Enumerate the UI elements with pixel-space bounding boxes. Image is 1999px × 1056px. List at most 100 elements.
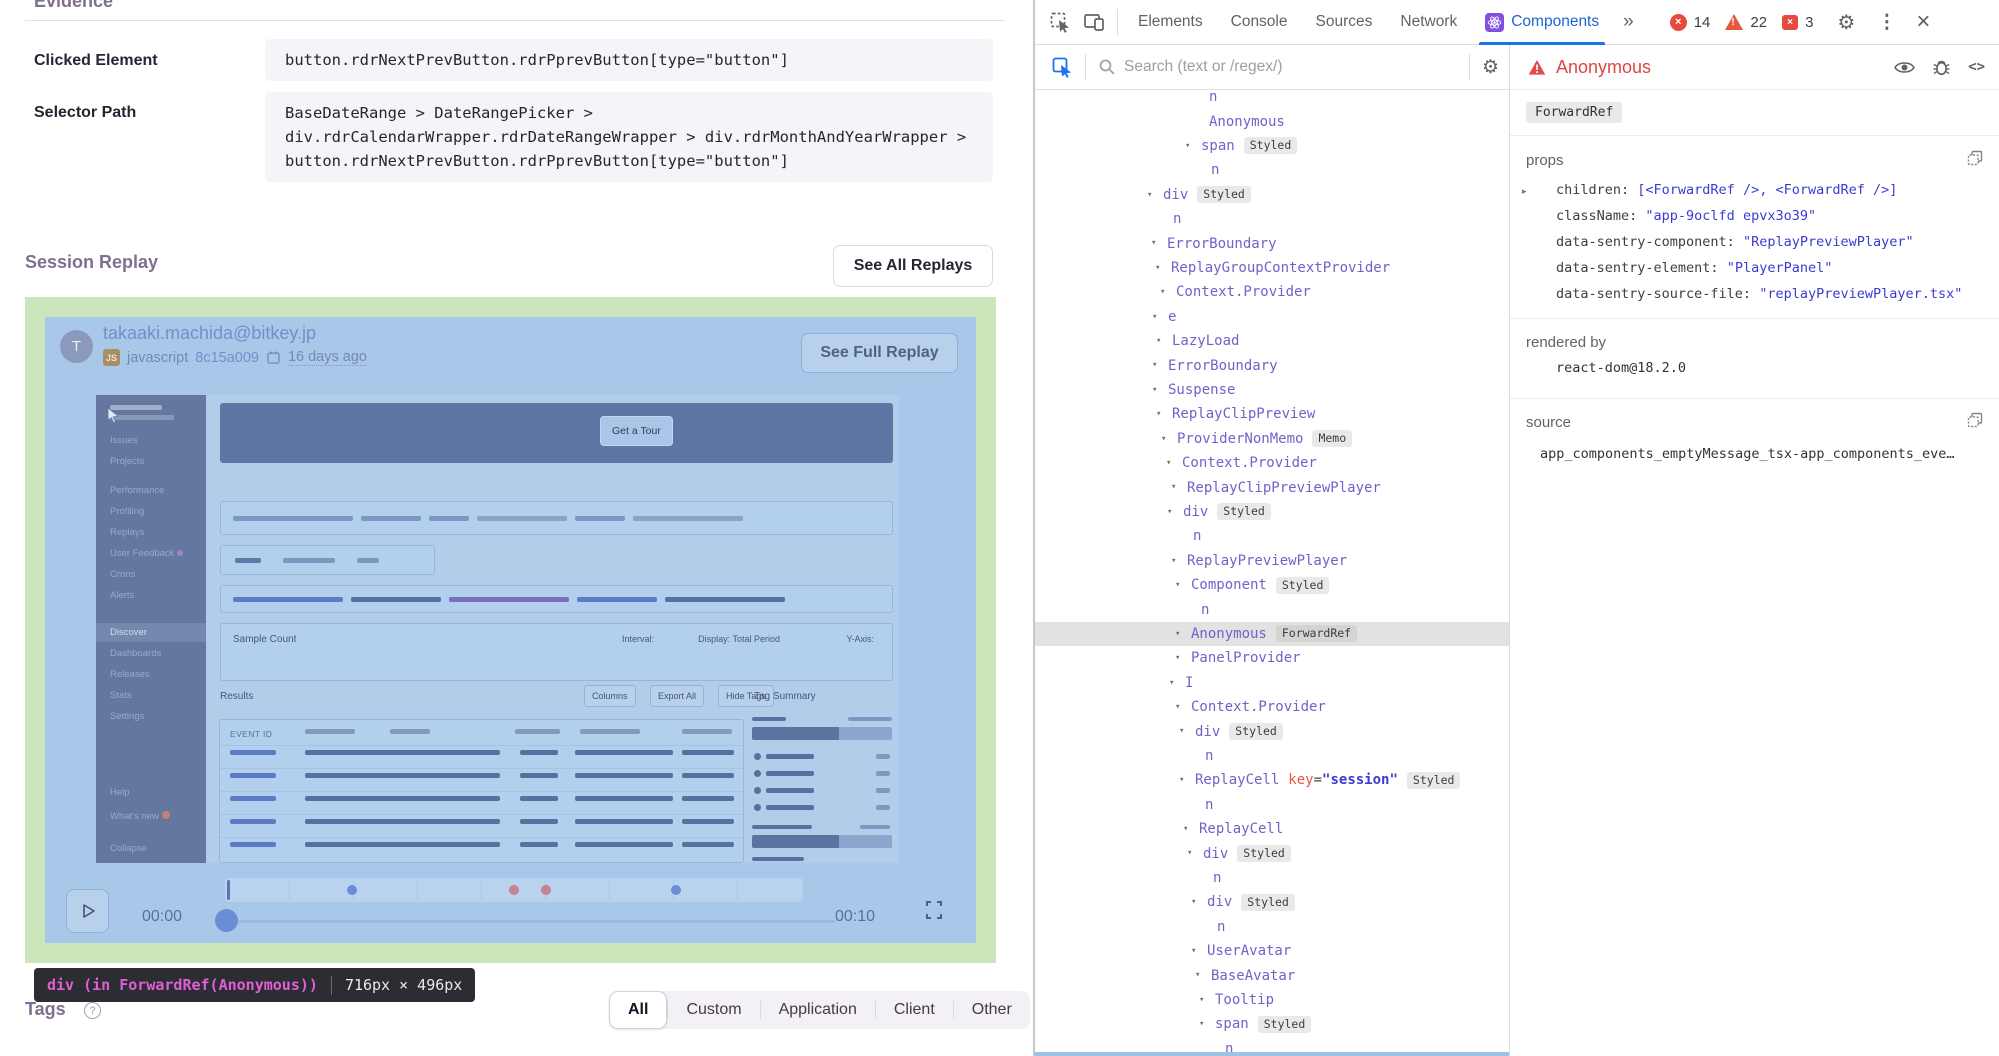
copy-props-icon[interactable]: [1967, 150, 1983, 171]
tree-horizontal-scrollbar[interactable]: [1035, 1052, 1509, 1056]
view-source-icon[interactable]: <>: [1968, 59, 1985, 75]
tree-row-n[interactable]: n: [1035, 866, 1509, 890]
tree-row-context.provider[interactable]: ▾Context.Provider: [1035, 451, 1509, 475]
tag-tab-all[interactable]: All: [609, 991, 667, 1029]
replay-preview-player[interactable]: T takaaki.machida@bitkey.jp JS javascrip…: [45, 317, 976, 943]
tree-row-replaygroupcontextprovider[interactable]: ▾ReplayGroupContextProvider: [1035, 256, 1509, 280]
expand-arrow-icon[interactable]: ▾: [1156, 409, 1161, 419]
rendered-by-value[interactable]: react-dom@18.2.0: [1556, 360, 1989, 376]
tree-row-providernonmemo[interactable]: ▾ProviderNonMemoMemo: [1035, 427, 1509, 451]
prop-row-data-sentry-source-file[interactable]: data-sentry-source-file: "replayPreviewP…: [1556, 286, 1993, 312]
expand-arrow-icon[interactable]: ▾: [1187, 848, 1192, 858]
expand-arrow-icon[interactable]: ▾: [1147, 190, 1152, 200]
prop-row-className[interactable]: className: "app-9oclfd epvx3o39": [1556, 208, 1993, 234]
tree-row-i[interactable]: ▾I: [1035, 671, 1509, 695]
inspect-dom-eye-icon[interactable]: [1894, 60, 1915, 75]
tree-row-errorboundary[interactable]: ▾ErrorBoundary: [1035, 231, 1509, 255]
expand-arrow-icon[interactable]: ▾: [1175, 629, 1180, 639]
device-toolbar-icon[interactable]: [1077, 5, 1111, 39]
components-settings-icon[interactable]: ⚙: [1482, 56, 1499, 79]
replay-event-timeline[interactable]: [225, 878, 803, 902]
expand-arrow-icon[interactable]: ▾: [1166, 458, 1171, 468]
tree-row-div[interactable]: ▾divStyled: [1035, 719, 1509, 743]
prop-row-data-sentry-element[interactable]: data-sentry-element: "PlayerPanel": [1556, 260, 1993, 286]
expand-arrow-icon[interactable]: ▾: [1152, 312, 1157, 322]
tree-row-anonymous[interactable]: Anonymous: [1035, 109, 1509, 133]
expand-arrow-icon[interactable]: ▾: [1160, 287, 1165, 297]
tree-row-replaycell[interactable]: ▾ReplayCell: [1035, 817, 1509, 841]
tree-row-span[interactable]: ▾spanStyled: [1035, 134, 1509, 158]
select-component-icon[interactable]: [1051, 56, 1073, 78]
tree-row-div[interactable]: ▾divStyled: [1035, 841, 1509, 865]
tab-network[interactable]: Network: [1386, 0, 1471, 45]
inspect-element-icon[interactable]: [1043, 5, 1077, 39]
tree-row-span[interactable]: ▾spanStyled: [1035, 1012, 1509, 1036]
tree-row-n[interactable]: n: [1035, 793, 1509, 817]
expand-arrow-icon[interactable]: ▾: [1169, 678, 1174, 688]
expand-arrow-icon[interactable]: ▾: [1175, 580, 1180, 590]
tree-row-n[interactable]: n: [1035, 915, 1509, 939]
progress-track[interactable]: [223, 920, 836, 923]
expand-arrow-icon[interactable]: ▾: [1185, 141, 1190, 151]
fullscreen-button[interactable]: [917, 893, 951, 927]
tree-row-baseavatar[interactable]: ▾BaseAvatar: [1035, 963, 1509, 987]
see-full-replay-button[interactable]: See Full Replay: [801, 333, 958, 373]
tree-row-n[interactable]: n: [1035, 597, 1509, 621]
tree-row-errorboundary[interactable]: ▾ErrorBoundary: [1035, 353, 1509, 377]
devtools-close-icon[interactable]: ×: [1916, 8, 1930, 36]
expand-arrow-icon[interactable]: ▾: [1152, 360, 1157, 370]
tab-console[interactable]: Console: [1217, 0, 1302, 45]
component-search-input[interactable]: [1124, 58, 1457, 76]
tab-sources[interactable]: Sources: [1302, 0, 1387, 45]
tree-row-panelprovider[interactable]: ▾PanelProvider: [1035, 646, 1509, 670]
tree-row-suspense[interactable]: ▾Suspense: [1035, 378, 1509, 402]
tags-help-icon[interactable]: ?: [84, 1002, 101, 1019]
devtools-menu-icon[interactable]: ⋮: [1877, 11, 1896, 34]
debug-bug-icon[interactable]: [1933, 58, 1950, 76]
tag-tab-application[interactable]: Application: [761, 991, 875, 1029]
tree-row-n[interactable]: n: [1035, 207, 1509, 231]
tree-row-useravatar[interactable]: ▾UserAvatar: [1035, 939, 1509, 963]
expand-arrow-icon[interactable]: ▾: [1161, 434, 1166, 444]
tree-row-lazyload[interactable]: ▾LazyLoad: [1035, 329, 1509, 353]
tree-row-tooltip[interactable]: ▾Tooltip: [1035, 988, 1509, 1012]
tree-row-n[interactable]: n: [1035, 524, 1509, 548]
expand-arrow-icon[interactable]: ▾: [1167, 507, 1172, 517]
tree-row-replaycell[interactable]: ▾ReplayCellkey="session"Styled: [1035, 768, 1509, 792]
expand-arrow-icon[interactable]: ▾: [1152, 385, 1157, 395]
tree-row-n[interactable]: n: [1035, 158, 1509, 182]
expand-arrow-icon[interactable]: ▾: [1195, 970, 1200, 980]
more-tabs-chevron[interactable]: »: [1613, 11, 1644, 33]
tree-row-replaypreviewplayer[interactable]: ▾ReplayPreviewPlayer: [1035, 549, 1509, 573]
devtools-settings-icon[interactable]: ⚙: [1837, 10, 1855, 35]
expand-arrow-icon[interactable]: ▾: [1156, 336, 1161, 346]
tag-tab-custom[interactable]: Custom: [668, 991, 759, 1029]
play-button[interactable]: [66, 889, 109, 933]
progress-knob[interactable]: [215, 909, 238, 932]
tree-row-n[interactable]: n: [1035, 744, 1509, 768]
tree-row-replayclippreview[interactable]: ▾ReplayClipPreview: [1035, 402, 1509, 426]
expand-arrow-icon[interactable]: ▾: [1191, 897, 1196, 907]
tree-row-div[interactable]: ▾divStyled: [1035, 500, 1509, 524]
prop-row-data-sentry-component[interactable]: data-sentry-component: "ReplayPreviewPla…: [1556, 234, 1993, 260]
tree-row-div[interactable]: ▾divStyled: [1035, 890, 1509, 914]
expand-arrow-icon[interactable]: ▾: [1183, 824, 1188, 834]
tab-elements[interactable]: Elements: [1124, 0, 1217, 45]
prop-row-children[interactable]: children: [<ForwardRef />, <ForwardRef /…: [1556, 182, 1993, 208]
expand-arrow-icon[interactable]: ▾: [1199, 995, 1204, 1005]
expand-arrow-icon[interactable]: ▾: [1179, 726, 1184, 736]
tree-row-n[interactable]: n: [1035, 90, 1509, 109]
expand-arrow-icon[interactable]: ▾: [1151, 238, 1156, 248]
tree-row-e[interactable]: ▾e: [1035, 305, 1509, 329]
tag-tab-other[interactable]: Other: [954, 991, 1030, 1029]
expand-arrow-icon[interactable]: ▾: [1179, 775, 1184, 785]
tree-row-div[interactable]: ▾divStyled: [1035, 183, 1509, 207]
expand-arrow-icon[interactable]: ▾: [1171, 556, 1176, 566]
expand-arrow-icon[interactable]: ▾: [1155, 263, 1160, 273]
expand-arrow-icon[interactable]: ▾: [1171, 482, 1176, 492]
expand-arrow-icon[interactable]: ▾: [1199, 1019, 1204, 1029]
replay-user-email[interactable]: takaaki.machida@bitkey.jp: [103, 323, 316, 344]
tree-row-component[interactable]: ▾ComponentStyled: [1035, 573, 1509, 597]
console-status-badges[interactable]: × 14 ! 22 × 3: [1670, 14, 1822, 31]
tree-row-context.provider[interactable]: ▾Context.Provider: [1035, 695, 1509, 719]
